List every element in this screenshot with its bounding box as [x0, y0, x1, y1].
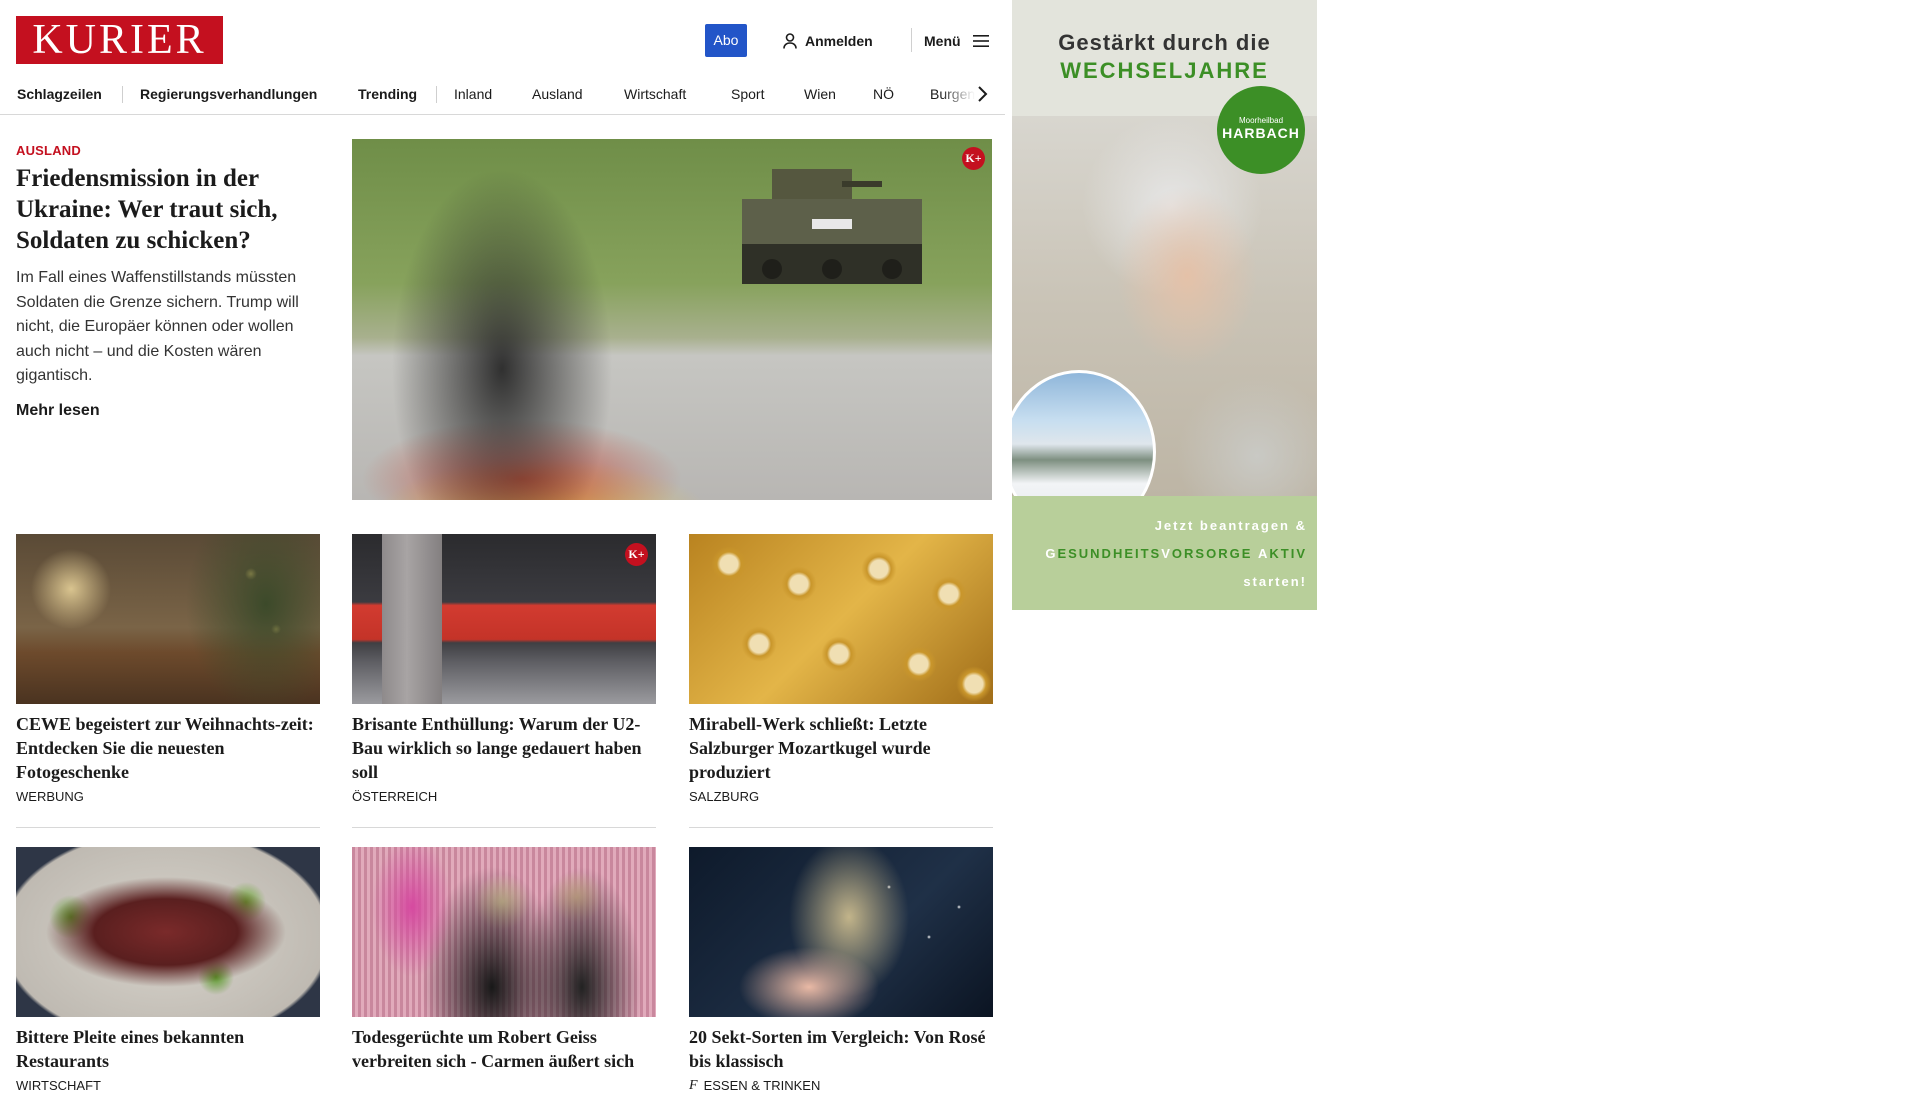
ad-cta-line2: GESUNDHEITSVORSORGE AKTIV	[1045, 546, 1307, 561]
login-button[interactable]: Anmelden	[783, 24, 873, 57]
kurier-logo[interactable]: KURIER	[16, 16, 223, 64]
article-card[interactable]: 20 Sekt-Sorten im Vergleich: Von Rosé bi…	[689, 847, 993, 1094]
nav-item-wien[interactable]: Wien	[804, 74, 836, 114]
ad-cta-line1: Jetzt beantragen &	[1154, 518, 1307, 533]
article-title[interactable]: Bittere Pleite eines bekannten Restauran…	[16, 1025, 320, 1073]
menu-label: Menü	[924, 32, 961, 49]
article-image[interactable]	[16, 847, 320, 1017]
ad-badge-small: Moorheilbad	[1238, 116, 1284, 125]
nav-item-trending[interactable]: Trending	[358, 74, 417, 114]
article-image[interactable]	[689, 534, 993, 704]
article-category[interactable]: ÖSTERREICH	[352, 789, 656, 805]
chevron-right-icon[interactable]	[972, 84, 992, 104]
ad-headline: Gestärkt durch die	[1058, 30, 1271, 55]
ad-cta-word: ORSORGE	[1171, 546, 1258, 561]
ad-cta-word: ESUNDHEITS	[1057, 546, 1162, 561]
article-title[interactable]: Mirabell-Werk schließt: Letzte Salzburge…	[689, 712, 993, 784]
ad-cta-letter: A	[1257, 546, 1270, 561]
kurier-site: KURIER Abo Anmelden Menü Schlagzeilen Re…	[0, 0, 1005, 1093]
hero-image[interactable]: K+	[352, 139, 992, 500]
article-image[interactable]	[352, 847, 656, 1017]
nav-item-inland[interactable]: Inland	[454, 74, 492, 114]
user-icon	[783, 32, 797, 49]
ad-cta-letter: G	[1045, 546, 1058, 561]
article-category-label: ESSEN & TRINKEN	[703, 1078, 821, 1093]
nav-separator	[436, 86, 437, 103]
menu-button[interactable]: Menü	[924, 24, 989, 57]
card-divider	[689, 827, 993, 828]
article-card[interactable]: Mirabell-Werk schließt: Letzte Salzburge…	[689, 534, 993, 805]
article-image[interactable]: K+	[352, 534, 656, 704]
article-category[interactable]: WERBUNG	[16, 789, 320, 805]
read-more-link[interactable]: Mehr lesen	[16, 402, 100, 420]
article-card[interactable]: Bittere Pleite eines bekannten Restauran…	[16, 847, 320, 1094]
ad-badge-big: HARBACH	[1222, 125, 1300, 141]
article-category[interactable]: SALZBURG	[689, 789, 993, 805]
nav-item-schlagzeilen[interactable]: Schlagzeilen	[17, 74, 102, 114]
article-image[interactable]	[16, 534, 320, 704]
ad-cta-letter: V	[1161, 546, 1172, 561]
card-divider	[16, 827, 320, 828]
premium-badge: K+	[625, 543, 648, 566]
hero-title[interactable]: Friedensmission in der Ukraine: Wer trau…	[16, 163, 316, 256]
article-card[interactable]: CEWE begeistert zur Weihnachts-zeit: Ent…	[16, 534, 320, 805]
ad-cta-area: Jetzt beantragen & GESUNDHEITSVORSORGE A…	[1012, 496, 1317, 610]
nav-item-ausland[interactable]: Ausland	[532, 74, 583, 114]
hero-kicker[interactable]: AUSLAND	[16, 143, 81, 158]
script-f-icon: f	[689, 1078, 698, 1093]
article-title[interactable]: Todesgerüchte um Robert Geiss verbreiten…	[352, 1025, 656, 1073]
header-divider	[911, 28, 912, 52]
ad-cta-line3: starten!	[1243, 574, 1307, 589]
nav-separator	[122, 86, 123, 103]
article-title[interactable]: CEWE begeistert zur Weihnachts-zeit: Ent…	[16, 712, 320, 784]
article-image[interactable]	[689, 847, 993, 1017]
advertisement[interactable]: Gestärkt durch die WECHSELJAHRE Moorheil…	[1012, 0, 1317, 610]
article-title[interactable]: 20 Sekt-Sorten im Vergleich: Von Rosé bi…	[689, 1025, 993, 1073]
tank-illustration	[742, 169, 922, 284]
article-card[interactable]: K+ Brisante Enthüllung: Warum der U2-Bau…	[352, 534, 656, 805]
nav-item-wirtschaft[interactable]: Wirtschaft	[624, 74, 686, 114]
hero-teaser: Im Fall eines Waffenstillstands müssten …	[16, 269, 299, 384]
article-card[interactable]: Todesgerüchte um Robert Geiss verbreiten…	[352, 847, 656, 1073]
section-nav: Schlagzeilen Regierungsverhandlungen Tre…	[0, 74, 1005, 115]
ad-headline-accent: WECHSELJAHRE	[1060, 58, 1269, 83]
hamburger-icon	[972, 34, 989, 47]
login-label: Anmelden	[805, 32, 873, 49]
nav-item-regierungsverhandlungen[interactable]: Regierungsverhandlungen	[140, 74, 317, 114]
premium-badge: K+	[962, 147, 985, 170]
abo-button[interactable]: Abo	[705, 24, 747, 57]
card-divider	[352, 827, 656, 828]
nav-item-noe[interactable]: NÖ	[873, 74, 894, 114]
nav-item-sport[interactable]: Sport	[731, 74, 764, 114]
article-category[interactable]: f ESSEN & TRINKEN	[689, 1078, 993, 1094]
harbach-logo: Moorheilbad HARBACH	[1217, 86, 1305, 174]
article-category[interactable]: WIRTSCHAFT	[16, 1078, 320, 1094]
article-title[interactable]: Brisante Enthüllung: Warum der U2-Bau wi…	[352, 712, 656, 784]
ad-cta-word: KTIV	[1269, 546, 1307, 561]
